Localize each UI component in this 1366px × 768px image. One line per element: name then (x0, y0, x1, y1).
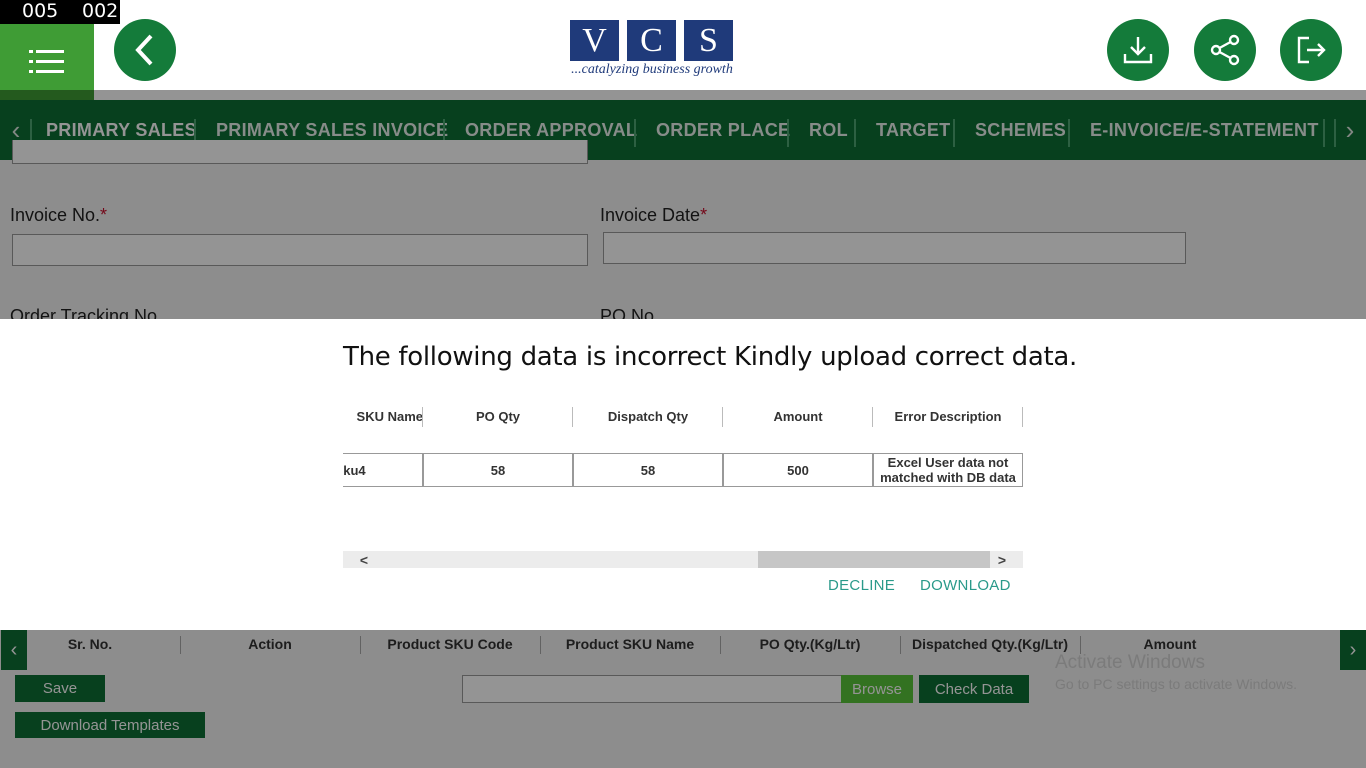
col-po-qty: PO Qty (475, 408, 521, 424)
logout-button[interactable] (1280, 19, 1342, 81)
cell-dispatch-qty: 58 (573, 453, 723, 487)
col-error-description: Error Description (894, 408, 1002, 424)
vcs-logo: V C S ...catalyzing business growth (570, 20, 734, 84)
error-dialog: The following data is incorrect Kindly u… (0, 319, 1366, 630)
share-button[interactable] (1194, 19, 1256, 81)
cell-sku-name: sku4 (343, 453, 423, 487)
counter-left: 005 (22, 0, 59, 22)
cell-po-qty: 58 (423, 453, 573, 487)
download-data-button[interactable]: DOWNLOAD (920, 577, 1011, 594)
col-divider (1022, 407, 1023, 427)
decline-button[interactable]: DECLINE (828, 577, 895, 594)
share-icon (1210, 34, 1240, 66)
col-amount: Amount (773, 408, 823, 424)
col-dispatch-qty: Dispatch Qty (607, 408, 689, 424)
error-table: SKU Name PO Qty Dispatch Qty Amount Erro… (343, 403, 1023, 493)
cell-error-description: Excel User data not matched with DB data (873, 453, 1023, 487)
counter-right: 002 (82, 0, 119, 22)
dialog-title: The following data is incorrect Kindly u… (343, 342, 1078, 372)
col-sku-name: SKU Name (356, 408, 423, 424)
menu-button[interactable] (0, 24, 94, 100)
back-button[interactable] (114, 19, 176, 81)
hamburger-menu-icon (29, 50, 64, 73)
download-icon (1123, 37, 1153, 64)
logo-letter-c: C (627, 20, 676, 61)
scrollbar-thumb[interactable] (758, 551, 990, 568)
chevron-left-icon (135, 34, 153, 66)
download-button[interactable] (1107, 19, 1169, 81)
logo-letter-v: V (570, 20, 619, 61)
logo-tagline: ...catalyzing business growth (571, 62, 733, 77)
logo-letter-s: S (684, 20, 733, 61)
logout-icon (1297, 36, 1326, 64)
frame-counter: 005 002 (0, 0, 120, 24)
table-horizontal-scrollbar[interactable]: < > (343, 551, 1023, 568)
scroll-right-arrow-icon[interactable]: > (993, 551, 1011, 568)
scroll-left-arrow-icon[interactable]: < (355, 551, 373, 568)
cell-amount: 500 (723, 453, 873, 487)
